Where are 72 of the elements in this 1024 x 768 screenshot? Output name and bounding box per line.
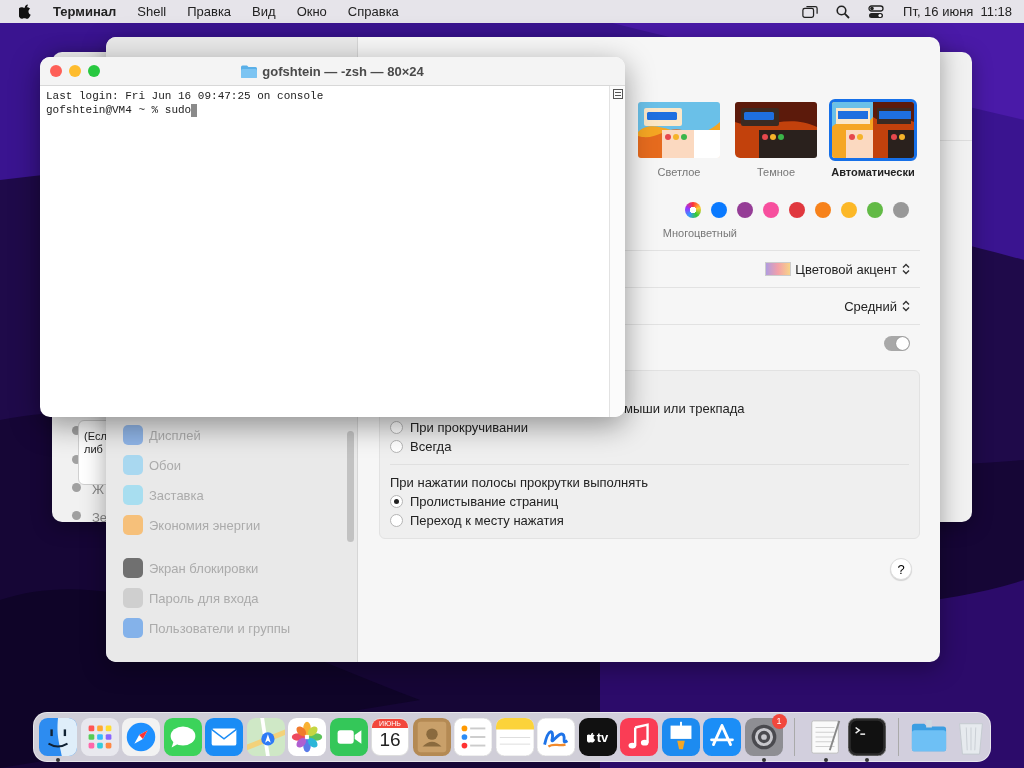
menu-item[interactable]: Shell	[137, 4, 167, 19]
flower-icon[interactable]	[288, 718, 326, 756]
scrollbar-thumb[interactable]	[347, 431, 354, 542]
search-icon[interactable]	[835, 4, 852, 19]
accent-color-swatch[interactable]	[867, 202, 883, 218]
address-book-icon[interactable]	[412, 718, 451, 756]
smiling-face-icon[interactable]	[39, 718, 77, 756]
radio-label[interactable]: При прокручивании	[410, 420, 528, 435]
app-store-icon[interactable]	[703, 718, 741, 756]
podium-icon[interactable]	[661, 718, 700, 756]
menu-item[interactable]: Терминал	[53, 4, 117, 19]
sheet-text: либ	[84, 443, 104, 456]
terminal-line: Last login: Fri Jun 16 09:47:25 on console	[46, 90, 324, 102]
accent-color-swatch[interactable]	[841, 202, 857, 218]
list-bullet	[72, 511, 81, 520]
appearance-option[interactable]: Темное	[731, 102, 821, 179]
radio-button[interactable]	[390, 495, 403, 508]
compass-icon[interactable]	[122, 718, 160, 756]
menu-date[interactable]: Пт, 16 июня	[903, 4, 974, 19]
radio-label[interactable]: Всегда	[410, 439, 452, 454]
accent-color-swatch[interactable]	[893, 202, 909, 218]
zoom-button[interactable]	[88, 65, 100, 77]
toggle-switch[interactable]	[884, 335, 910, 351]
split-pane-icon[interactable]	[612, 89, 623, 99]
setting-label: мыши или трекпада	[624, 401, 745, 416]
stepper-icon	[902, 263, 910, 275]
help-button[interactable]: ?	[890, 558, 912, 580]
menu-item[interactable]: Правка	[187, 4, 232, 19]
control-center-icon[interactable]	[868, 4, 885, 19]
menu-time[interactable]: 11:18	[980, 4, 1012, 19]
accent-color-swatch[interactable]	[763, 202, 779, 218]
radio-label[interactable]: Переход к месту нажатия	[410, 513, 564, 528]
radio-button[interactable]	[390, 514, 403, 527]
list-text: Зе	[92, 510, 108, 522]
sheet-text: (Есл	[84, 430, 108, 443]
stepper-icon	[902, 300, 910, 312]
window-title: gofshtein — -zsh — 80×24	[262, 63, 424, 79]
accent-name: Многоцветный	[662, 226, 737, 240]
appearance-option[interactable]: Автоматически	[828, 102, 918, 179]
map-icon[interactable]	[246, 718, 285, 756]
radio-label[interactable]: Пролистывание страниц	[410, 494, 559, 509]
menu-item[interactable]: Справка	[347, 4, 399, 19]
terminal-line: gofshtein@VM4 ~ % sudo	[46, 104, 192, 116]
video-camera-icon[interactable]	[329, 718, 368, 756]
tv-app-icon[interactable]: tv	[578, 718, 617, 756]
checklist-icon[interactable]	[454, 718, 492, 756]
menu-item[interactable]: Окно	[296, 4, 327, 19]
close-button[interactable]	[50, 65, 62, 77]
envelope-icon[interactable]	[205, 718, 243, 756]
accent-color-swatch[interactable]	[815, 202, 831, 218]
text-cursor	[191, 103, 198, 117]
accent-color-swatch[interactable]	[685, 202, 701, 218]
accent-color-swatch[interactable]	[789, 202, 805, 218]
radio-button[interactable]	[390, 421, 403, 434]
terminal-icon[interactable]	[848, 718, 886, 756]
highlight-color-popup[interactable]: Цветовой акцент	[765, 261, 910, 277]
setting-label: При нажатии полосы прокрутки выполнять	[390, 475, 649, 490]
list-bullet	[72, 483, 81, 492]
list-text: Ж	[92, 482, 104, 498]
apple-logo-icon[interactable]	[19, 4, 32, 19]
music-note-icon[interactable]	[620, 718, 658, 756]
gear-icon[interactable]	[744, 718, 783, 756]
icon-size-popup[interactable]: Средний	[844, 298, 910, 314]
radio-button[interactable]	[390, 440, 403, 453]
folder-icon	[241, 64, 258, 78]
appearance-option[interactable]: Светлое	[634, 102, 724, 179]
accent-color-swatch[interactable]	[711, 202, 727, 218]
accent-color-swatch[interactable]	[737, 202, 753, 218]
menu-item[interactable]: Вид	[252, 4, 276, 19]
scribble-icon[interactable]	[537, 718, 575, 756]
windows-icon[interactable]	[802, 4, 819, 19]
speech-bubble-icon[interactable]	[163, 718, 202, 756]
